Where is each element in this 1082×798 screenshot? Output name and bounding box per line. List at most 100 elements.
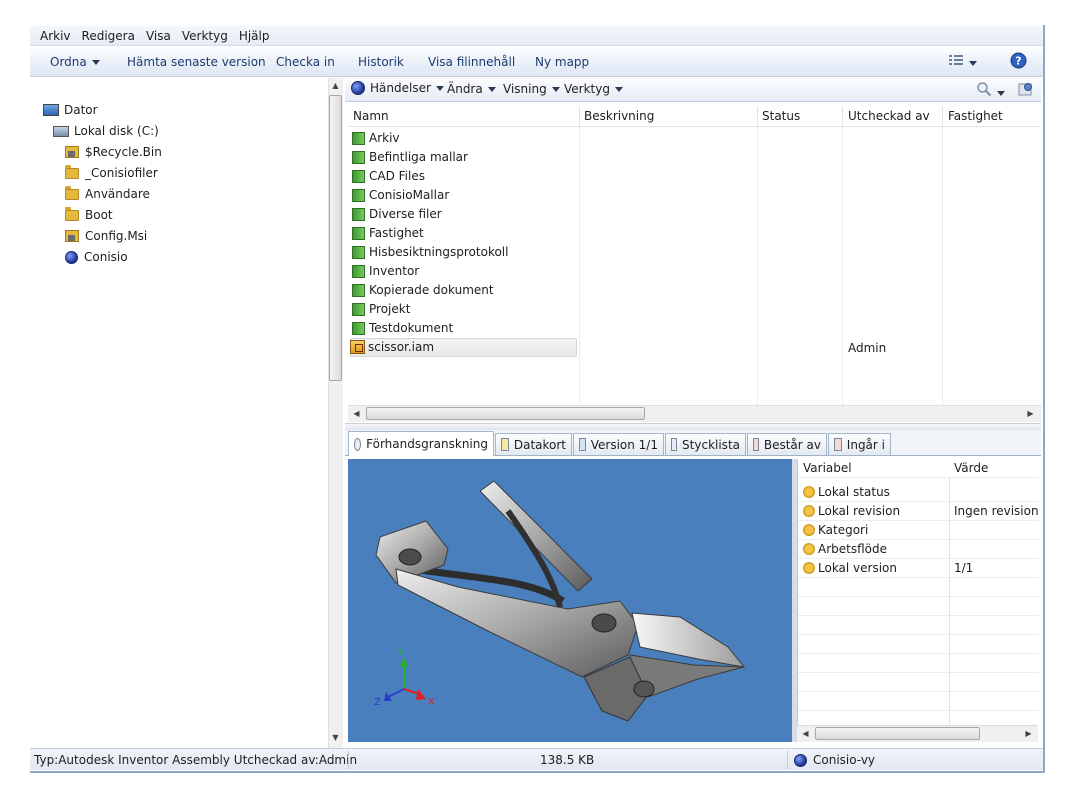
column-description[interactable]: Beskrivning bbox=[584, 109, 654, 123]
property-row[interactable]: Lokal revision Ingen revision bbox=[798, 502, 1039, 521]
tree-item-recycle-bin[interactable]: $Recycle.Bin bbox=[65, 145, 162, 159]
vault-view-button[interactable] bbox=[1018, 81, 1034, 100]
vault-toolbar: Händelser Ändra Visning Verktyg bbox=[345, 78, 1041, 102]
property-row[interactable]: Kategori bbox=[798, 521, 1039, 540]
show-content-button[interactable]: Visa filinnehåll bbox=[428, 55, 515, 69]
property-row-empty bbox=[798, 635, 1039, 654]
tab-datacard[interactable]: Datakort bbox=[495, 433, 572, 455]
list-item[interactable]: Befintliga mallar bbox=[348, 148, 1041, 167]
column-property[interactable]: Fastighet bbox=[948, 109, 1003, 123]
list-item[interactable]: Kopierade dokument bbox=[348, 281, 1041, 300]
menu-redigera[interactable]: Redigera bbox=[82, 29, 135, 43]
vault-view-icon bbox=[1018, 83, 1032, 96]
scroll-left-icon[interactable]: ◀ bbox=[799, 729, 812, 738]
list-item[interactable]: Projekt bbox=[348, 300, 1041, 319]
model-preview[interactable]: Y X Z bbox=[348, 459, 792, 742]
list-item-name: Hisbesiktningsprotokoll bbox=[369, 245, 509, 259]
tree-item-local-disk[interactable]: Lokal disk (C:) bbox=[53, 124, 159, 138]
organize-button[interactable]: Ordna bbox=[50, 55, 100, 69]
tab-preview[interactable]: Förhandsgranskning bbox=[348, 431, 494, 456]
view-menu[interactable]: Visning bbox=[503, 82, 560, 96]
list-item[interactable]: ConisioMallar bbox=[348, 186, 1041, 205]
help-button[interactable]: ? bbox=[1010, 52, 1027, 72]
property-value: 1/1 bbox=[954, 561, 974, 575]
list-item[interactable]: CAD Files bbox=[348, 167, 1041, 186]
tab-label: Förhandsgranskning bbox=[366, 437, 488, 451]
list-item[interactable]: Hisbesiktningsprotokoll bbox=[348, 243, 1041, 262]
property-row[interactable]: Lokal version 1/1 bbox=[798, 559, 1039, 578]
status-bar: Typ:Autodesk Inventor Assembly Utcheckad… bbox=[30, 748, 1043, 770]
tree-item-conisiofiler[interactable]: _Conisiofiler bbox=[65, 164, 158, 180]
tree-item-dator[interactable]: Dator bbox=[43, 103, 98, 117]
contains-icon bbox=[753, 438, 759, 451]
tree-item-label: _Conisiofiler bbox=[85, 166, 158, 180]
column-divider[interactable] bbox=[579, 106, 580, 127]
list-item[interactable]: Arkiv bbox=[348, 129, 1041, 148]
properties-scroll-thumb[interactable] bbox=[815, 727, 980, 740]
history-button[interactable]: Historik bbox=[358, 55, 404, 69]
property-name: Lokal revision bbox=[818, 504, 901, 518]
column-status[interactable]: Status bbox=[762, 109, 800, 123]
status-divider bbox=[787, 751, 788, 769]
column-divider[interactable] bbox=[942, 106, 943, 127]
property-row[interactable]: Arbetsflöde bbox=[798, 540, 1039, 559]
vault-folder-icon bbox=[352, 226, 365, 240]
axis-x-label: X bbox=[428, 697, 435, 708]
check-in-button[interactable]: Checka in bbox=[276, 55, 335, 69]
chevron-down-icon bbox=[551, 87, 560, 92]
events-menu[interactable]: Händelser bbox=[351, 81, 444, 95]
list-scroll-thumb[interactable] bbox=[366, 407, 645, 420]
scroll-up-icon[interactable]: ▲ bbox=[329, 81, 342, 90]
get-latest-button[interactable]: Hämta senaste version bbox=[127, 55, 266, 69]
tools-menu[interactable]: Verktyg bbox=[564, 82, 623, 96]
column-value[interactable]: Värde bbox=[954, 461, 988, 475]
change-menu[interactable]: Ändra bbox=[447, 82, 496, 96]
folder-icon bbox=[65, 164, 79, 179]
scroll-down-icon[interactable]: ▼ bbox=[329, 733, 342, 742]
property-row-empty bbox=[798, 654, 1039, 673]
tab-where-used[interactable]: Ingår i bbox=[828, 433, 891, 455]
scroll-right-icon[interactable]: ▶ bbox=[1024, 409, 1037, 418]
tab-bill-of-materials[interactable]: Stycklista bbox=[665, 433, 746, 455]
tree-item-boot[interactable]: Boot bbox=[65, 206, 113, 222]
list-item-selected[interactable]: scissor.iam Admin bbox=[348, 338, 1041, 357]
status-file-info: Typ:Autodesk Inventor Assembly Utcheckad… bbox=[34, 753, 358, 767]
property-row[interactable]: Lokal status bbox=[798, 483, 1039, 502]
tree-scroll-thumb[interactable] bbox=[329, 95, 342, 381]
column-variable[interactable]: Variabel bbox=[803, 461, 852, 475]
column-checked-out-by[interactable]: Utcheckad av bbox=[848, 109, 930, 123]
pane-splitter[interactable] bbox=[345, 423, 1041, 430]
menu-arkiv[interactable]: Arkiv bbox=[40, 29, 71, 43]
axis-z-label: Z bbox=[374, 697, 381, 708]
tree-item-anvandare[interactable]: Användare bbox=[65, 185, 150, 201]
tab-contains[interactable]: Består av bbox=[747, 433, 827, 455]
search-button[interactable] bbox=[976, 81, 1005, 100]
scroll-left-icon[interactable]: ◀ bbox=[350, 409, 363, 418]
checked-out-by-value: Admin bbox=[848, 341, 887, 355]
list-item-name: ConisioMallar bbox=[369, 188, 450, 202]
tree-item-label: Lokal disk (C:) bbox=[74, 124, 159, 138]
list-item[interactable]: Fastighet bbox=[348, 224, 1041, 243]
list-item[interactable]: Inventor bbox=[348, 262, 1041, 281]
list-item[interactable]: Testdokument bbox=[348, 319, 1041, 338]
menu-visa[interactable]: Visa bbox=[146, 29, 171, 43]
status-vault-view-label: Conisio-vy bbox=[813, 753, 876, 767]
list-item[interactable]: Diverse filer bbox=[348, 205, 1041, 224]
view-options-button[interactable] bbox=[948, 53, 977, 70]
scroll-right-icon[interactable]: ▶ bbox=[1022, 729, 1035, 738]
variable-icon bbox=[803, 505, 815, 517]
new-folder-button[interactable]: Ny mapp bbox=[535, 55, 589, 69]
tree-item-config-msi[interactable]: Config.Msi bbox=[65, 229, 147, 243]
column-name[interactable]: Namn bbox=[353, 109, 389, 123]
tab-version[interactable]: Version 1/1 bbox=[573, 433, 664, 455]
version-icon bbox=[579, 438, 586, 451]
column-divider[interactable] bbox=[842, 106, 843, 127]
tree-item-conisio[interactable]: Conisio bbox=[65, 250, 128, 264]
list-item-name: Inventor bbox=[369, 264, 420, 278]
computer-icon bbox=[43, 104, 59, 116]
property-value: Ingen revision bbox=[954, 504, 1039, 518]
property-name: Lokal status bbox=[818, 485, 890, 499]
column-divider[interactable] bbox=[757, 106, 758, 127]
menu-hjalp[interactable]: Hjälp bbox=[239, 29, 270, 43]
menu-verktyg[interactable]: Verktyg bbox=[182, 29, 228, 43]
